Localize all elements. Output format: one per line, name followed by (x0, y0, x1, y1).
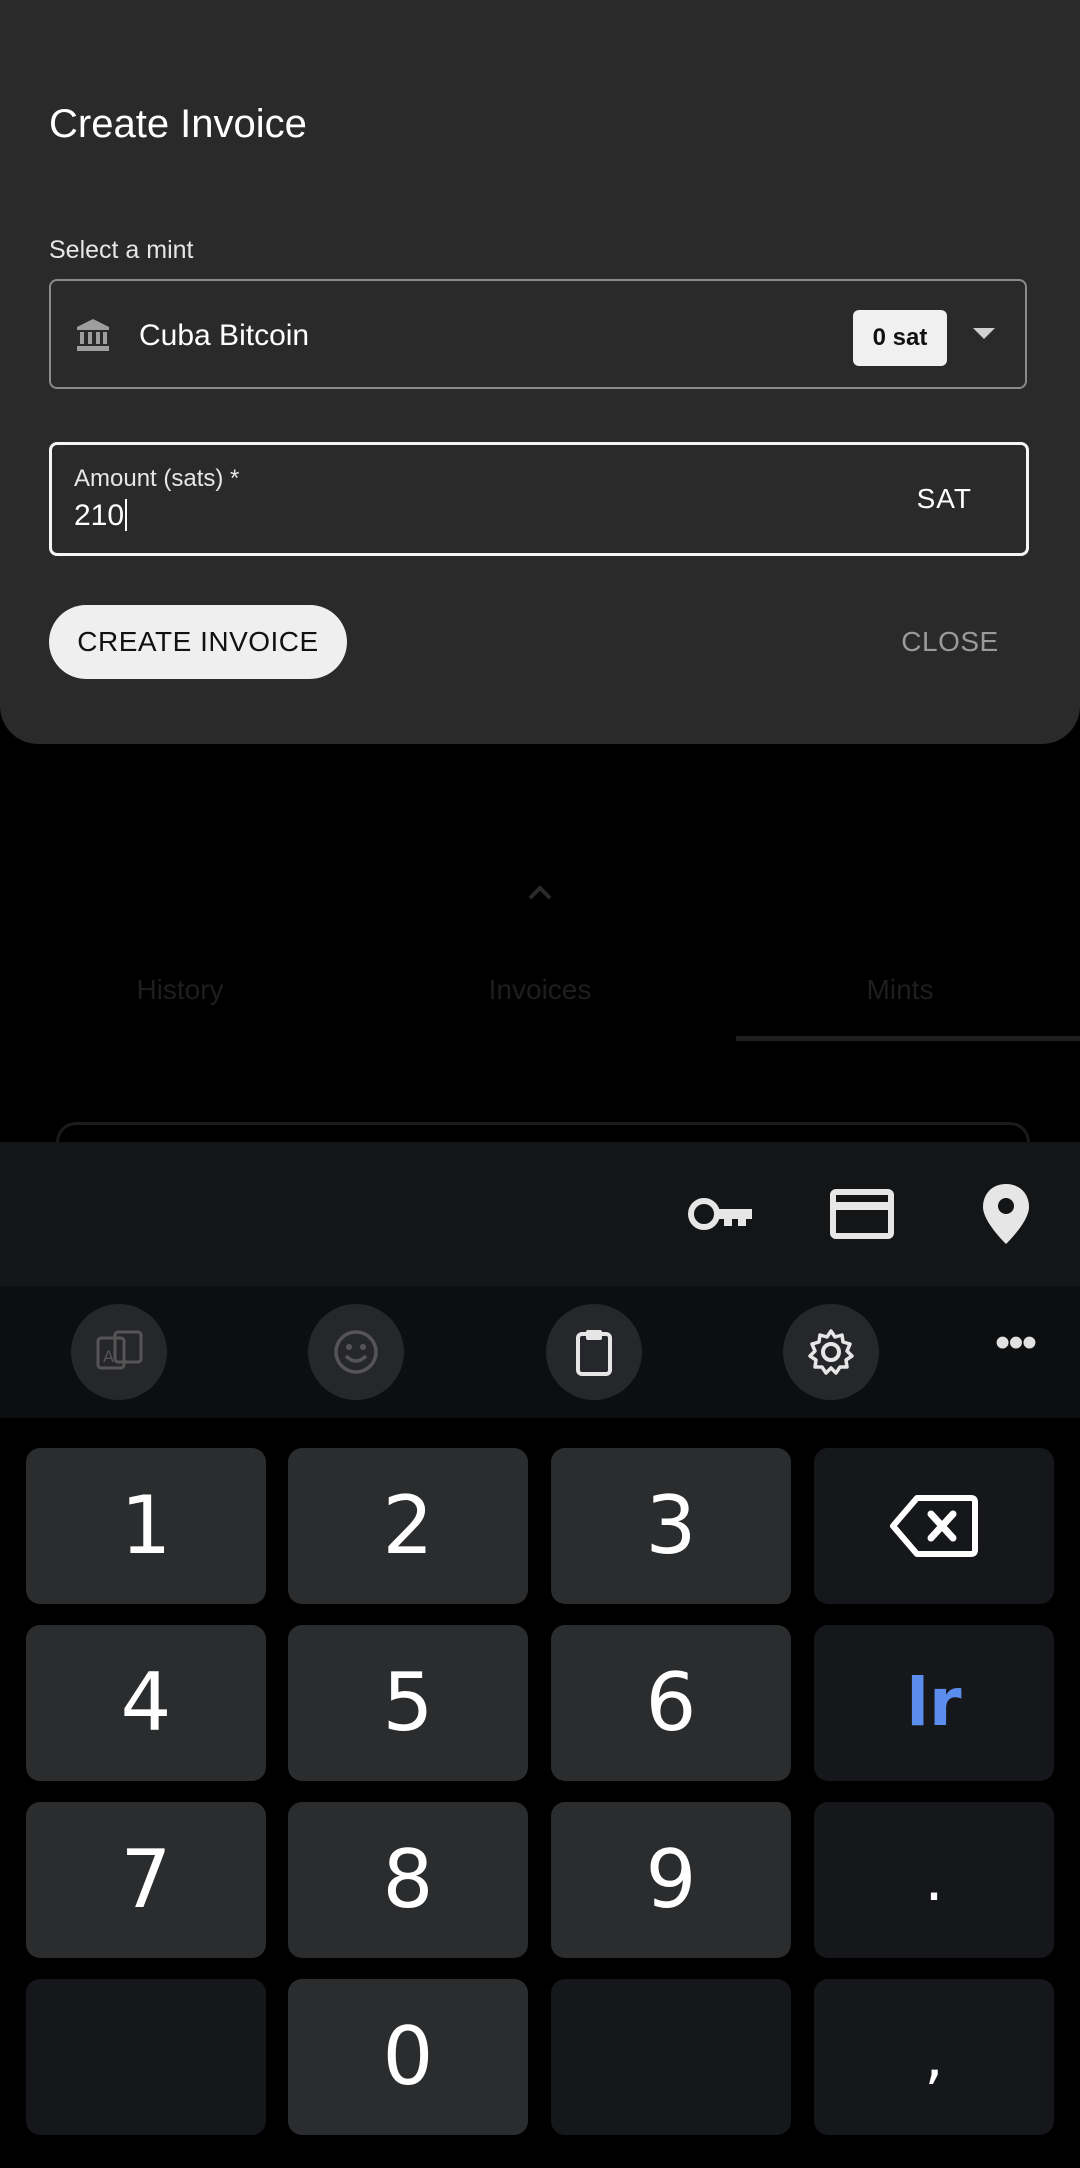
mint-select-label: Select a mint (49, 236, 194, 264)
lr-key[interactable]: lr (814, 1625, 1054, 1781)
key-4[interactable]: 4 (26, 1625, 266, 1781)
comma-key[interactable]: , (814, 1979, 1054, 2135)
close-button[interactable]: CLOSE (880, 605, 1020, 679)
key-3[interactable]: 3 (551, 1448, 791, 1604)
autofill-bar (0, 1142, 1080, 1286)
key-6[interactable]: 6 (551, 1625, 791, 1781)
blank-key-left (26, 1979, 266, 2135)
backspace-key[interactable] (814, 1448, 1054, 1604)
bg-tab-bar: History Invoices Mints (0, 960, 1080, 1040)
key-8[interactable]: 8 (288, 1802, 528, 1958)
keyboard-toolbar: A ••• (0, 1286, 1080, 1418)
key-7[interactable]: 7 (26, 1802, 266, 1958)
amount-field[interactable]: Amount (sats) * 210 SAT (49, 442, 1029, 556)
translate-icon[interactable]: A (71, 1304, 167, 1400)
backspace-icon (890, 1495, 978, 1557)
dialog-title: Create Invoice (49, 102, 307, 146)
location-pin-icon[interactable] (978, 1182, 1048, 1246)
numeric-keyboard: 1 2 3 4 5 6 lr 7 8 9 . 0 , (0, 1418, 1080, 2168)
create-invoice-button[interactable]: CREATE INVOICE (49, 605, 347, 679)
tab-invoices: Invoices (488, 974, 592, 1005)
tab-mints: Mints (866, 974, 934, 1005)
unit-toggle-button[interactable]: SAT (917, 483, 972, 515)
key-0[interactable]: 0 (288, 1979, 528, 2135)
key-5[interactable]: 5 (288, 1625, 528, 1781)
blank-key-right (551, 1979, 791, 2135)
amount-label: Amount (sats) * (74, 465, 240, 492)
mint-select[interactable]: Cuba Bitcoin 0 sat (49, 279, 1027, 389)
more-icon[interactable]: ••• (992, 1321, 1038, 1368)
dropdown-arrow-icon[interactable] (973, 328, 995, 339)
credit-card-icon[interactable] (830, 1182, 900, 1246)
emoji-icon[interactable] (308, 1304, 404, 1400)
text-cursor (125, 499, 128, 531)
mint-name: Cuba Bitcoin (139, 319, 310, 352)
key-icon[interactable] (686, 1182, 756, 1246)
balance-badge: 0 sat (853, 310, 947, 366)
bank-icon (75, 317, 111, 353)
tab-indicator (736, 1036, 1080, 1041)
tab-history: History (136, 974, 224, 1005)
key-2[interactable]: 2 (288, 1448, 528, 1604)
chevron-up-icon (522, 880, 558, 906)
clipboard-icon[interactable] (546, 1304, 642, 1400)
key-1[interactable]: 1 (26, 1448, 266, 1604)
settings-icon[interactable] (783, 1304, 879, 1400)
amount-input-value[interactable]: 210 (74, 499, 128, 533)
svg-text:A: A (103, 1347, 114, 1366)
key-9[interactable]: 9 (551, 1802, 791, 1958)
create-invoice-dialog: Create Invoice Select a mint Cuba Bitcoi… (0, 0, 1080, 744)
period-key[interactable]: . (814, 1802, 1054, 1958)
